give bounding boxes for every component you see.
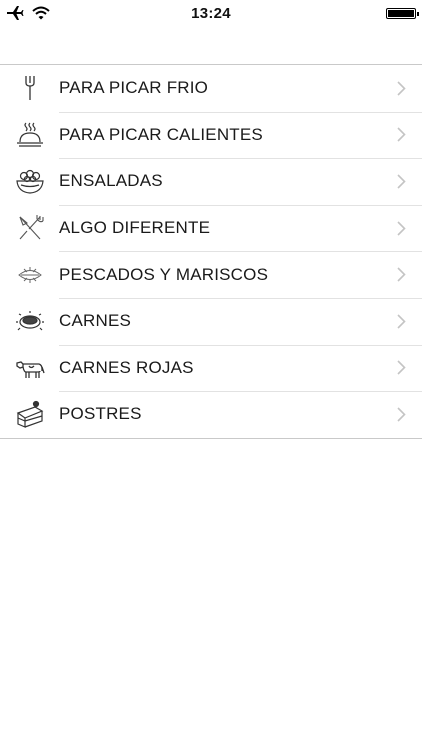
menu-item-label: PARA PICAR FRIO <box>59 78 209 98</box>
fork-icon <box>0 65 59 111</box>
category-menu: PARA PICAR FRIO PARA PICAR CALIENTES ENS… <box>0 64 422 439</box>
fish-icon <box>0 252 59 298</box>
menu-item-label: PARA PICAR CALIENTES <box>59 124 263 144</box>
status-bar: 13:24 <box>0 0 422 28</box>
menu-item-algo-diferente[interactable]: ALGO DIFERENTE <box>0 204 422 252</box>
menu-item-label: POSTRES <box>59 404 142 424</box>
navigation-bar <box>0 28 422 64</box>
menu-item-label: ENSALADAS <box>59 171 163 191</box>
meat-plate-icon <box>0 298 59 344</box>
menu-item-label: PESCADOS Y MARISCOS <box>59 264 269 284</box>
salad-bowl-icon <box>0 158 59 204</box>
chevron-right-icon <box>386 267 416 282</box>
chevron-right-icon <box>386 407 416 422</box>
menu-item-ensaladas[interactable]: ENSALADAS <box>0 158 422 205</box>
status-right <box>386 8 419 19</box>
menu-item-carnes-rojas[interactable]: CARNES ROJAS <box>0 344 422 392</box>
cake-slice-icon <box>0 391 59 437</box>
menu-item-label: CARNES <box>59 311 132 331</box>
menu-item-label: CARNES ROJAS <box>59 357 194 377</box>
menu-item-para-picar-calientes[interactable]: PARA PICAR CALIENTES <box>0 111 422 159</box>
chevron-right-icon <box>386 174 416 189</box>
menu-item-carnes[interactable]: CARNES <box>0 297 422 345</box>
menu-item-para-picar-frio[interactable]: PARA PICAR FRIO <box>0 65 422 112</box>
status-time: 13:24 <box>191 5 231 22</box>
battery-icon <box>386 8 419 19</box>
chevron-right-icon <box>386 360 416 375</box>
chevron-right-icon <box>386 127 416 142</box>
menu-item-pescados-y-mariscos[interactable]: PESCADOS Y MARISCOS <box>0 251 422 298</box>
crossed-utensils-icon <box>0 205 59 251</box>
menu-item-postres[interactable]: POSTRES <box>0 391 422 438</box>
chevron-right-icon <box>386 81 416 96</box>
chevron-right-icon <box>386 221 416 236</box>
cow-icon <box>0 345 59 391</box>
menu-item-label: ALGO DIFERENTE <box>59 218 211 238</box>
chevron-right-icon <box>386 314 416 329</box>
cloche-icon <box>0 112 59 158</box>
